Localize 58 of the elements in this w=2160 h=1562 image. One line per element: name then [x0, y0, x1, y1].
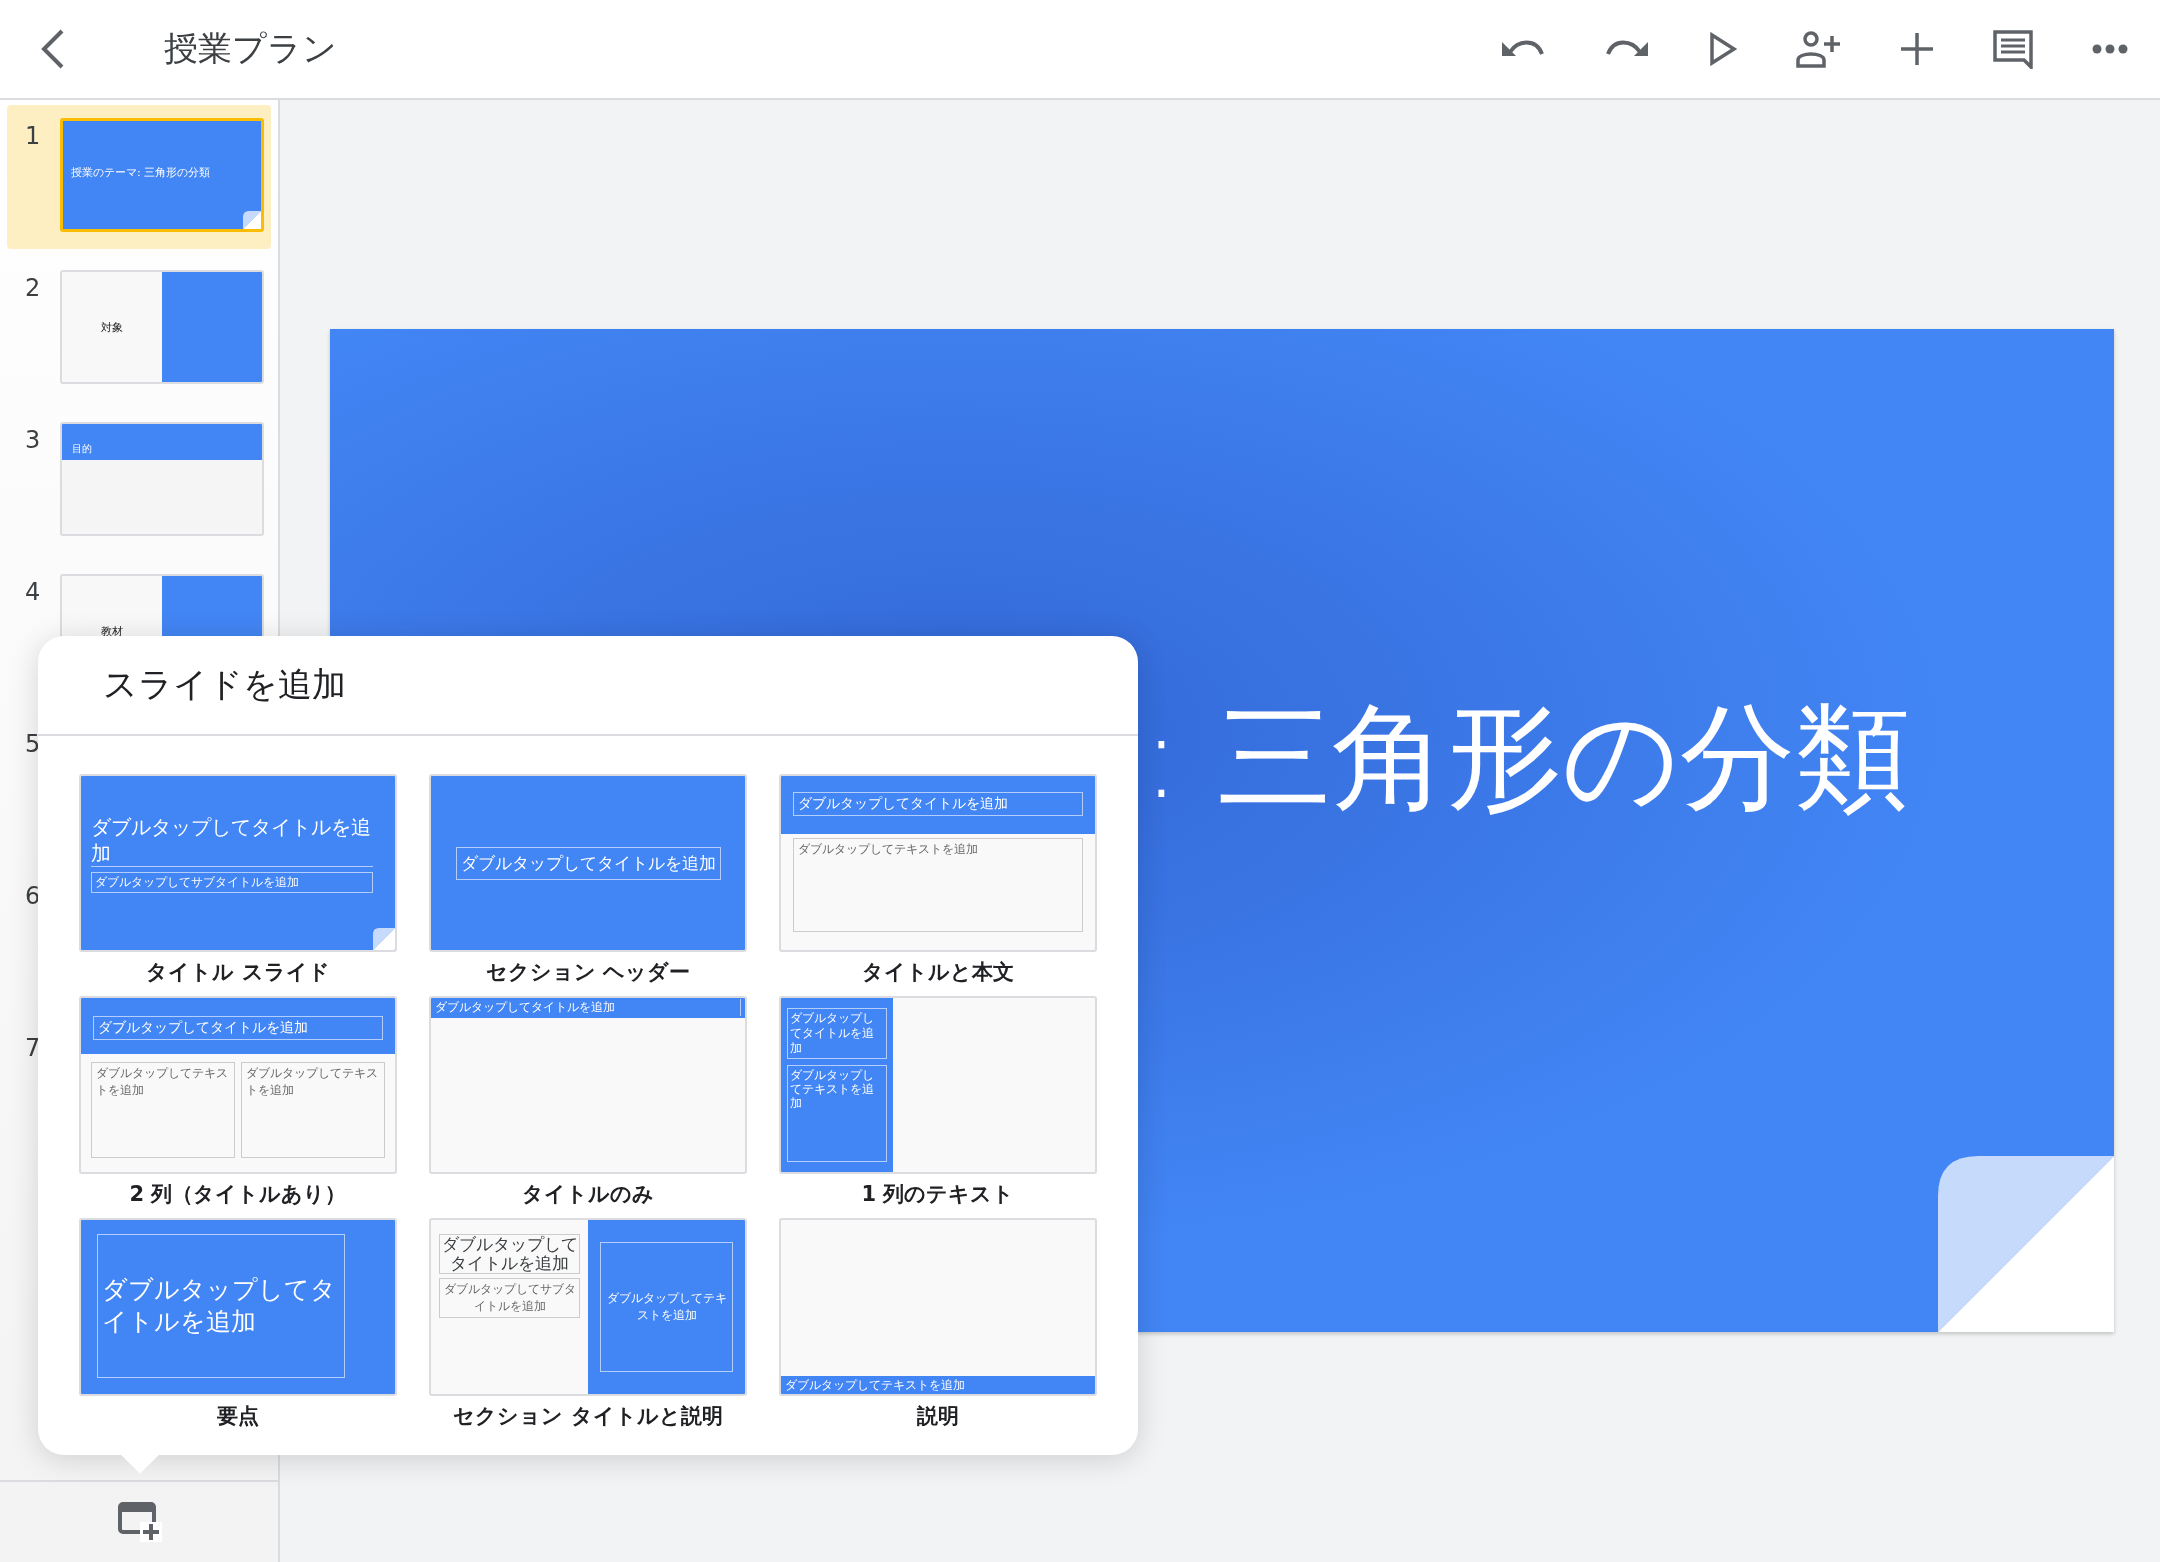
placeholder-text: ダブルタップしてテキストを追加: [241, 1062, 385, 1158]
layout-label: 説明: [917, 1403, 959, 1430]
layout-thumbnail[interactable]: ダブルタップしてタイトルを追加 ダブルタップしてテキストを追加: [779, 774, 1097, 952]
placeholder-text: ダブルタップしてサブタイトルを追加: [439, 1278, 580, 1318]
placeholder-text: ダブルタップしてタイトルを追加: [439, 1234, 580, 1274]
placeholder-text: ダブルタップしてテキストを追加: [793, 838, 1083, 932]
thumbnail-title: 授業のテーマ: 三角形の分類: [71, 165, 211, 180]
layout-thumbnail[interactable]: ダブルタップしてタイトルを追加 ダブルタップしてサブタイトルを追加: [79, 774, 397, 952]
placeholder-text: ダブルタップしてテキストを追加: [600, 1242, 733, 1372]
layout-label: セクション ヘッダー: [485, 959, 691, 986]
slide-number: 1: [25, 122, 42, 150]
placeholder-text: ダブルタップしてタイトルを追加: [793, 792, 1083, 816]
placeholder-text: ダブルタップしてタイトルを追加: [91, 814, 373, 867]
layout-thumbnail[interactable]: ダブルタップしてタイトルを追加: [429, 774, 747, 952]
play-icon: [1708, 32, 1738, 66]
slide-thumbnail[interactable]: 対象: [60, 270, 264, 384]
layout-label: タイトルと本文: [862, 959, 1014, 986]
layout-label: セクション タイトルと説明: [453, 1403, 723, 1430]
placeholder-text: ダブルタップしてテキストを追加: [91, 1062, 235, 1158]
thumbnail-title: 目的: [72, 442, 92, 456]
layout-thumbnail[interactable]: ダブルタップしてタイトルを追加: [429, 996, 747, 1174]
plus-icon: [1900, 32, 1934, 66]
layout-thumbnail[interactable]: ダブルタップしてタイトルを追加 ダブルタップしてサブタイトルを追加 ダブルタップしてテキストを追加: [429, 1218, 747, 1396]
add-person-icon: [1796, 30, 1842, 68]
slide-title: : 三角形の分類: [1142, 690, 1911, 824]
more-icon: [2092, 44, 2128, 54]
slide-item[interactable]: 1 授業のテーマ: 三角形の分類: [7, 105, 271, 249]
add-slide-icon: [118, 1502, 162, 1542]
slide-thumbnail[interactable]: 目的: [60, 422, 264, 536]
placeholder-text: ダブルタップしてテキストを追加: [785, 1377, 966, 1394]
slide-number: 2: [25, 274, 42, 302]
slide-item[interactable]: 3 目的: [7, 409, 271, 553]
layout-thumbnail[interactable]: ダブルタップしてタイトルを追加 ダブルタップしてテキストを追加: [779, 996, 1097, 1174]
slide-thumbnail[interactable]: 授業のテーマ: 三角形の分類: [60, 118, 264, 232]
thumbnail-title: 対象: [100, 319, 124, 335]
layout-label: タイトルのみ: [522, 1181, 654, 1208]
document-title: 授業プラン: [164, 27, 337, 70]
placeholder-text: ダブルタップしてタイトルを追加: [435, 999, 741, 1016]
placeholder-text: ダブルタップしてタイトルを追加: [455, 846, 721, 880]
slide-number: 3: [25, 426, 42, 454]
slide-number: 4: [25, 578, 42, 606]
layout-thumbnail[interactable]: ダブルタップしてタイトルを追加 ダブルタップしてテキストを追加 ダブルタップしてテキストを追加: [79, 996, 397, 1174]
placeholder-text: ダブルタップしてサブタイトルを追加: [91, 872, 373, 893]
placeholder-text: ダブルタップしてタイトルを追加: [787, 1008, 887, 1059]
page-curl-icon: [1938, 1156, 2114, 1332]
layout-label: タイトル スライド: [146, 959, 330, 986]
slide-item[interactable]: 2 対象: [7, 257, 271, 401]
layout-label: 要点: [217, 1403, 259, 1430]
placeholder-text: ダブルタップしてテキストを追加: [787, 1065, 887, 1162]
layout-thumbnail[interactable]: ダブルタップしてテキストを追加: [779, 1218, 1097, 1396]
placeholder-text: ダブルタップしてタイトルを追加: [97, 1234, 345, 1378]
thumbnail-title: 教材: [100, 623, 124, 639]
comment-icon: [1992, 29, 2034, 69]
layout-label: 1 列のテキスト: [861, 1181, 1015, 1208]
layout-thumbnail[interactable]: ダブルタップしてタイトルを追加: [79, 1218, 397, 1396]
placeholder-text: ダブルタップしてタイトルを追加: [93, 1016, 383, 1040]
page-curl-icon: [243, 211, 261, 229]
page-curl-icon: [373, 928, 395, 950]
